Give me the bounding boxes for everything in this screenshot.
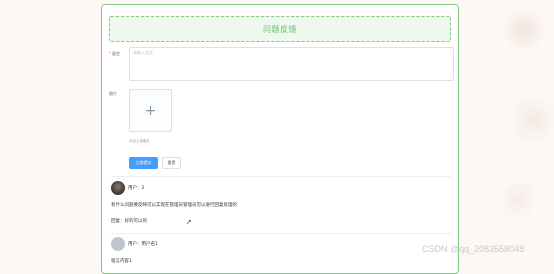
comment-user: 用户：2 [128,186,145,191]
image-upload[interactable]: + [129,89,172,132]
comment-message: 有什么问题要反映可以实现在管理员管理员可以进行回复处理的 [111,203,237,208]
divider [111,176,451,177]
reset-button[interactable]: 重置 [162,157,181,169]
upload-hint: 点击上传图片 [129,139,150,143]
content-label: *留言 [109,51,120,57]
feedback-card: 问题反馈 *留言 请输入留言 图片 + 点击上传图片 立即提交 重置 用户：2 … [101,4,459,274]
avatar [111,237,125,251]
comment-message: 留言内容1 [111,259,132,264]
submit-button[interactable]: 立即提交 [129,157,158,169]
required-mark: * [109,51,111,56]
image-label: 图片 [109,91,117,96]
mouse-cursor-icon: ➚ [186,218,192,226]
comment-reply: 回复：好的可以的 [111,219,147,224]
divider [111,233,451,234]
background-decoration [494,0,554,263]
avatar [111,181,125,195]
page-title: 问题反馈 [109,16,451,42]
content-textarea[interactable]: 请输入留言 [129,47,454,81]
watermark: CSDN @qq_2083558048 [422,244,525,254]
content-label-text: 留言 [112,51,120,56]
comment-user: 用户：用户名1 [128,242,158,247]
page-title-text: 问题反馈 [263,24,297,34]
plus-icon: + [144,102,157,119]
content-placeholder: 请输入留言 [133,50,153,55]
